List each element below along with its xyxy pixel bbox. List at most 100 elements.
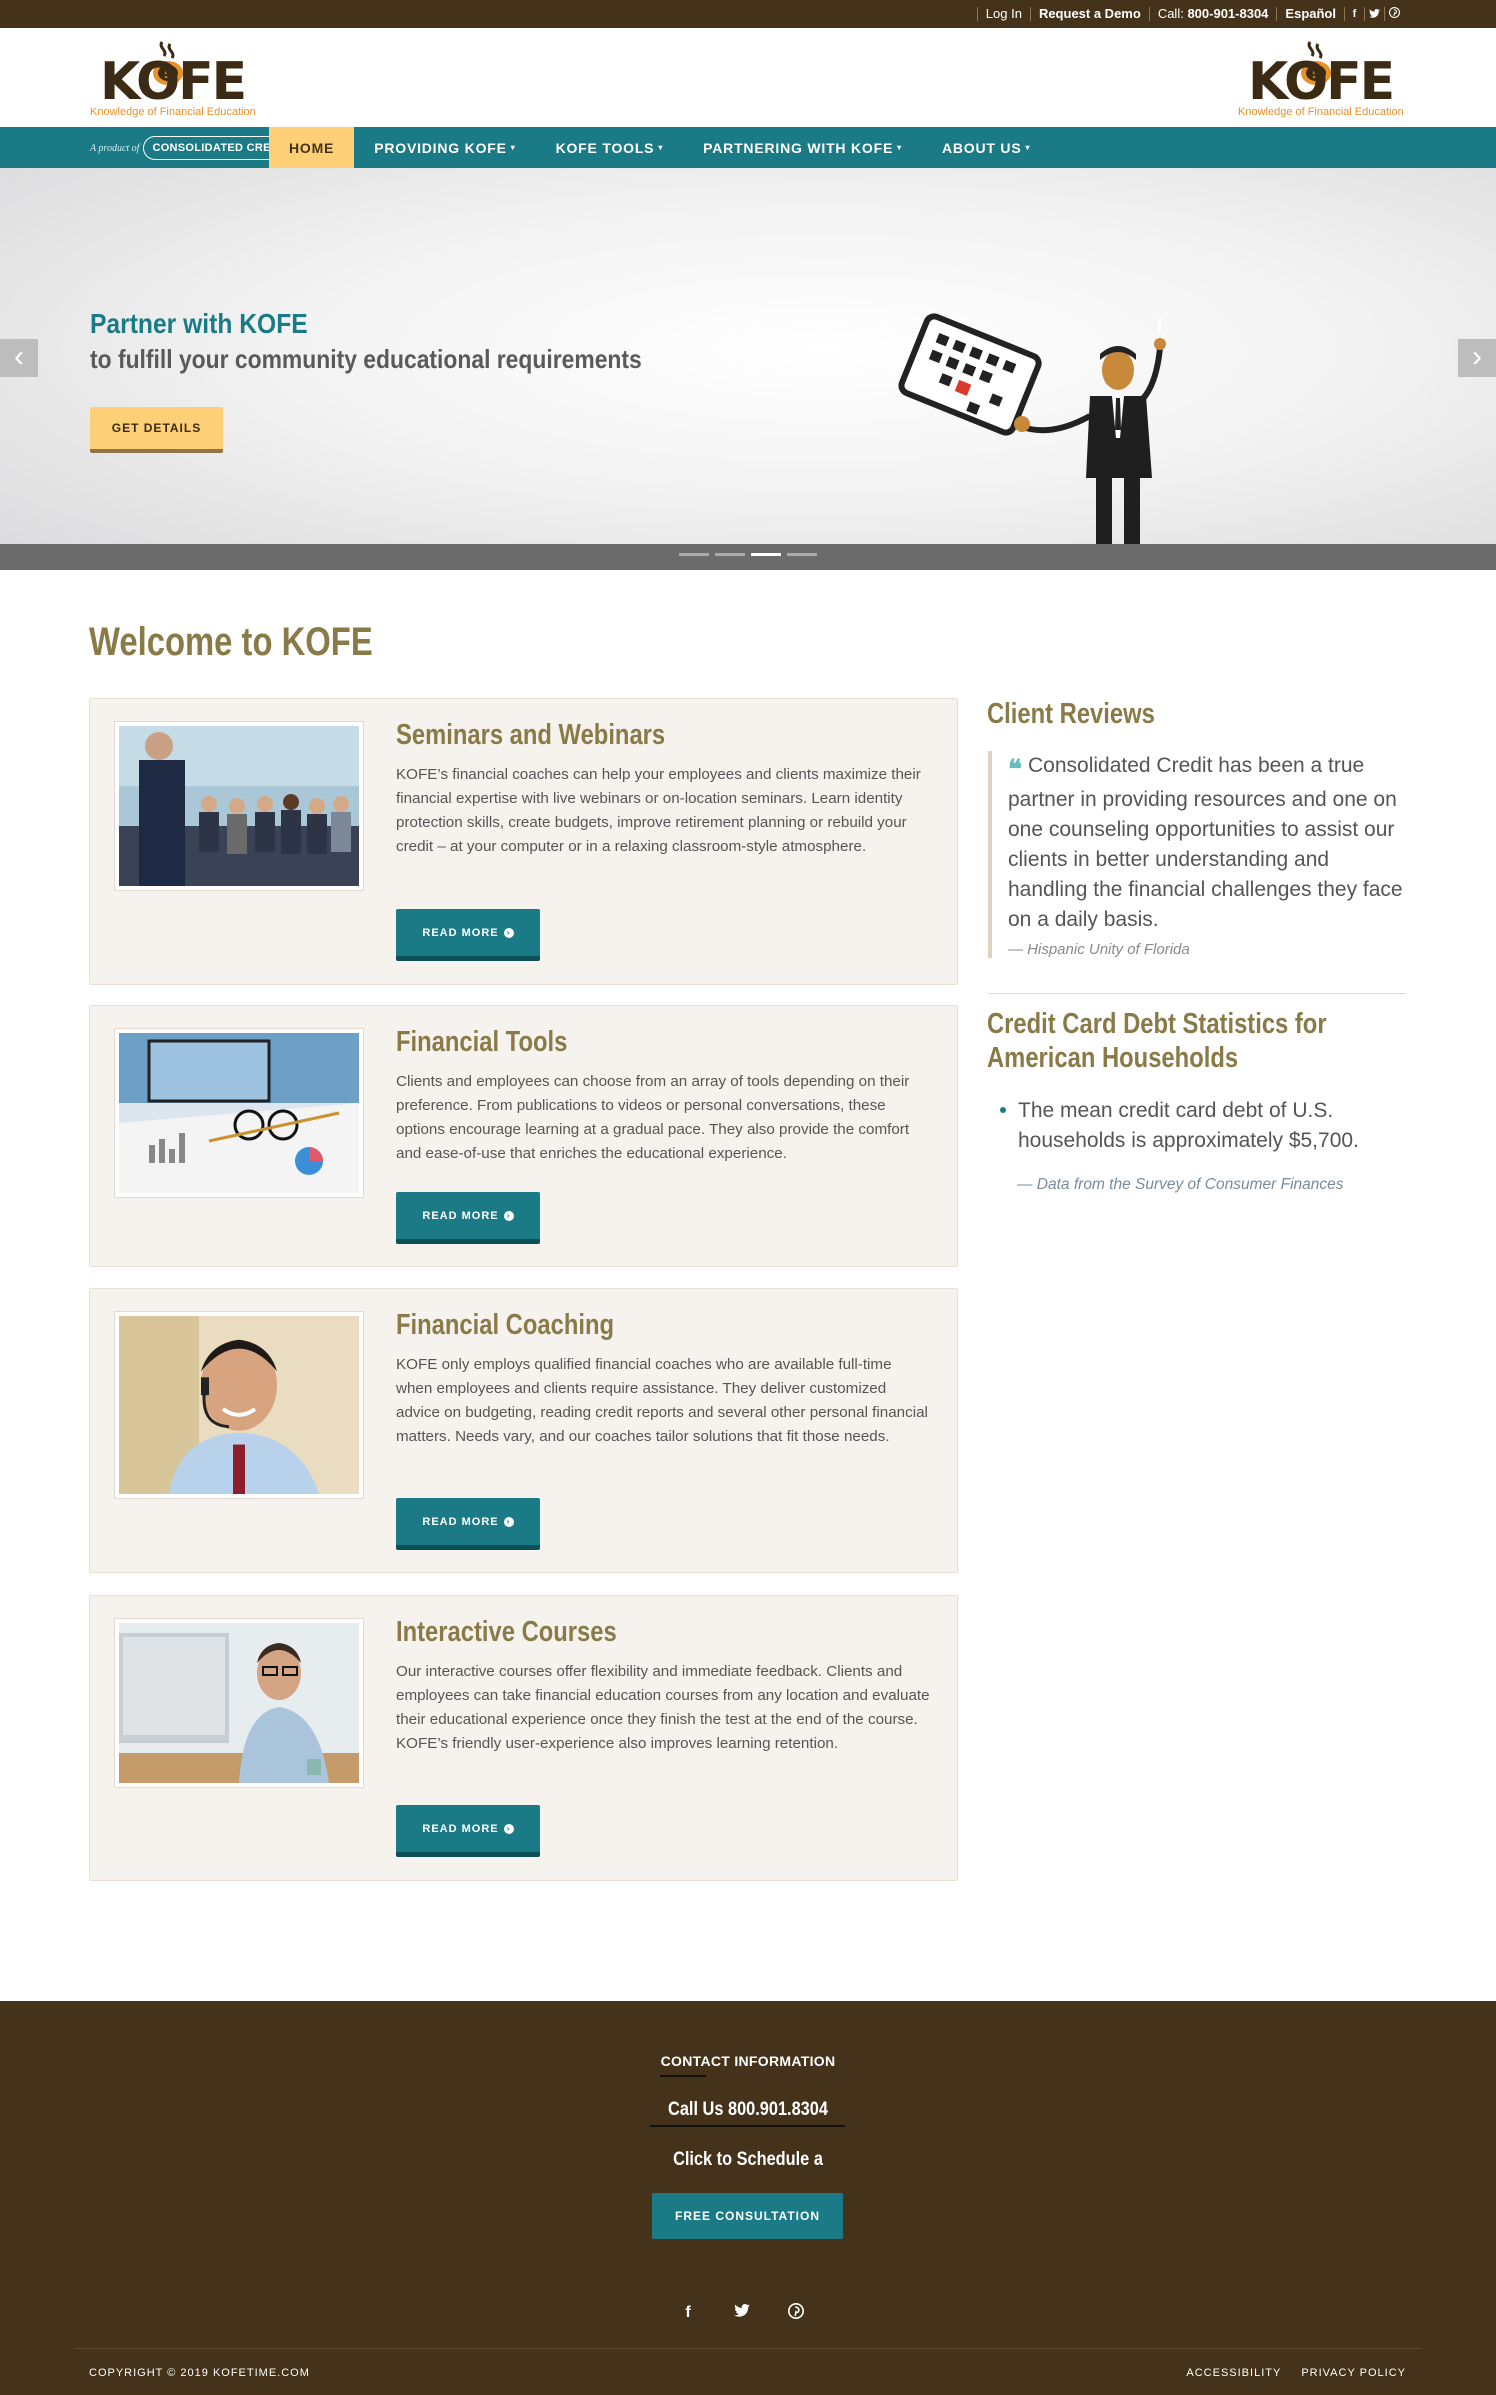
carousel-dots: [679, 553, 817, 556]
product-of-label: A product of: [90, 142, 140, 154]
accessibility-link[interactable]: ACCESSIBILITY: [1186, 2367, 1281, 2379]
schedule-text: Click to Schedule a: [673, 2149, 823, 2170]
read-more-button[interactable]: READ MORE ›: [396, 909, 540, 961]
site-header: $ KOFE Knowledge of Financial Education …: [0, 28, 1496, 127]
financial-coaching-image: [119, 1316, 359, 1494]
kofe-logo-right[interactable]: $ KOFE Knowledge of Financial Education: [1236, 36, 1406, 120]
kofe-logo[interactable]: $ KOFE Knowledge of Financial Education: [88, 36, 258, 120]
nav-menu: HOME PROVIDING KOFE ▾ KOFE TOOLS ▾ PARTNER…: [269, 127, 1050, 168]
logo-tagline: Knowledge of Financial Education: [90, 106, 256, 118]
call-number: 800-901-8304: [1187, 6, 1269, 21]
card-body: Our interactive courses offer flexibilit…: [396, 1663, 930, 1752]
read-more-button[interactable]: READ MORE ›: [396, 1805, 540, 1857]
chevron-left-icon[interactable]: ‹: [0, 339, 38, 377]
call-link[interactable]: Call: 800-901-8304: [1148, 6, 1277, 21]
carousel-dot[interactable]: [679, 553, 709, 556]
read-more-button[interactable]: READ MORE ›: [396, 1498, 540, 1550]
arrow-circle-right-icon: ›: [503, 927, 514, 938]
call-us-underline: [650, 2125, 845, 2127]
nav-item-home[interactable]: HOME: [269, 127, 355, 168]
read-more-label: READ MORE: [422, 1515, 499, 1528]
twitter-icon[interactable]: [1364, 7, 1384, 21]
free-consultation-button[interactable]: FREE CONSULTATION: [652, 2193, 843, 2239]
carousel-dot[interactable]: [787, 553, 817, 556]
financial-tools-image: [119, 1033, 359, 1193]
interactive-courses-photo: [114, 1618, 364, 1788]
login-link[interactable]: Log In: [976, 7, 1030, 21]
get-details-button[interactable]: GET DETAILS: [90, 407, 223, 453]
seminar-image: [119, 726, 359, 886]
footer-divider: [74, 2348, 1422, 2349]
arrow-circle-right-icon: ›: [503, 1210, 514, 1221]
read-more-label: READ MORE: [422, 1209, 499, 1222]
utility-links: Log In Request a Demo Call: 800-901-8304…: [976, 0, 1404, 28]
read-more-button[interactable]: READ MORE ›: [396, 1192, 540, 1244]
read-more-label: READ MORE: [422, 1822, 499, 1835]
consolidated-credit-badge[interactable]: A product of CONSOLIDATED CREDIT: [90, 135, 299, 161]
read-more-label: READ MORE: [422, 926, 499, 939]
footer-social-links: f: [678, 2303, 806, 2323]
contact-heading: CONTACT INFORMATION: [660, 2053, 836, 2069]
footer-legal-links: ACCESSIBILITY PRIVACY POLICY: [1186, 2367, 1406, 2379]
card-title: Financial Coaching: [396, 1309, 615, 1341]
sidebar-divider: [988, 993, 1406, 994]
caret-down-icon: ▾: [658, 143, 664, 152]
main-navigation: A product of CONSOLIDATED CREDIT HOME PR…: [0, 127, 1496, 168]
arrow-circle-right-icon: ›: [503, 1823, 514, 1834]
carousel-dot[interactable]: [715, 553, 745, 556]
seminar-photo: [114, 721, 364, 891]
nav-item-label: PARTNERING WITH KOFE: [703, 139, 894, 156]
carousel-indicator-bar: [0, 544, 1496, 570]
stat-citation: — Data from the Survey of Consumer Finan…: [1017, 1176, 1344, 1193]
financial-coaching-photo: [114, 1311, 364, 1499]
nav-item-label: PROVIDING KOFE: [374, 139, 507, 156]
client-reviews-heading: Client Reviews: [987, 698, 1155, 730]
client-review-quote: ❝ Consolidated Credit has been a true par…: [988, 751, 1408, 958]
chevron-right-icon[interactable]: ›: [1458, 339, 1496, 377]
quote-icon: ❝: [1008, 755, 1022, 785]
review-citation: — Hispanic Unity of Florida: [1008, 941, 1190, 958]
language-link[interactable]: Español: [1276, 7, 1344, 21]
service-card-financial-coaching: Financial Coaching KOFE only employs qua…: [89, 1288, 958, 1573]
nav-item-providing-kofe[interactable]: PROVIDING KOFE ▾: [354, 127, 535, 168]
copyright-text: COPYRIGHT © 2019 KOFETIME.COM: [89, 2367, 310, 2379]
call-us-link[interactable]: Call Us 800.901.8304: [105, 2099, 1392, 2121]
contact-heading-underline: [660, 2075, 706, 2077]
caret-down-icon: ▾: [510, 143, 516, 152]
nav-item-label: KOFE TOOLS: [555, 139, 655, 156]
arrow-circle-right-icon: ›: [503, 1516, 514, 1527]
site-footer: CONTACT INFORMATION Call Us 800.901.8304…: [0, 2001, 1496, 2395]
pinterest-icon[interactable]: [1384, 7, 1404, 21]
privacy-policy-link[interactable]: PRIVACY POLICY: [1301, 2367, 1406, 2379]
caret-down-icon: ▾: [1025, 143, 1031, 152]
nav-item-kofe-tools[interactable]: KOFE TOOLS ▾: [536, 127, 684, 168]
welcome-heading: Welcome to KOFE: [89, 620, 373, 664]
card-title: Interactive Courses: [396, 1616, 617, 1648]
logo-wordmark: KOFE: [100, 52, 247, 112]
interactive-courses-image: [119, 1623, 359, 1783]
stat-text: The mean credit card debt of U.S. househ…: [1018, 1099, 1359, 1152]
review-text: ❝ Consolidated Credit has been a true par…: [1008, 751, 1408, 935]
service-card-interactive-courses: Interactive Courses Our interactive cour…: [89, 1595, 958, 1881]
top-utility-bar: Log In Request a Demo Call: 800-901-8304…: [0, 0, 1496, 28]
logo-wordmark: KOFE: [1248, 52, 1395, 112]
card-body: Clients and employees can choose from an…: [396, 1073, 910, 1162]
service-card-seminars: Seminars and Webinars KOFE’s financial c…: [89, 698, 958, 985]
nav-item-partnering[interactable]: PARTNERING WITH KOFE ▾: [683, 127, 922, 168]
facebook-icon[interactable]: f: [678, 2303, 698, 2323]
businessman-illustration: [898, 313, 1166, 570]
nav-item-about-us[interactable]: ABOUT US ▾: [922, 127, 1050, 168]
financial-tools-photo: [114, 1028, 364, 1198]
twitter-icon[interactable]: [732, 2303, 752, 2323]
hero-title: Partner with KOFE: [90, 308, 308, 339]
hero-subtitle: to fulfill your community educational re…: [90, 344, 642, 374]
service-card-financial-tools: Financial Tools Clients and employees ca…: [89, 1005, 958, 1267]
nav-item-label: HOME: [289, 139, 335, 156]
facebook-icon[interactable]: f: [1344, 7, 1364, 21]
request-demo-link[interactable]: Request a Demo: [1029, 7, 1149, 21]
carousel-dot-active[interactable]: [751, 553, 781, 556]
bullet-icon: [1000, 1107, 1006, 1113]
pinterest-icon[interactable]: [786, 2303, 806, 2323]
card-title: Seminars and Webinars: [396, 719, 666, 751]
card-body: KOFE’s financial coaches can help your e…: [396, 766, 921, 855]
